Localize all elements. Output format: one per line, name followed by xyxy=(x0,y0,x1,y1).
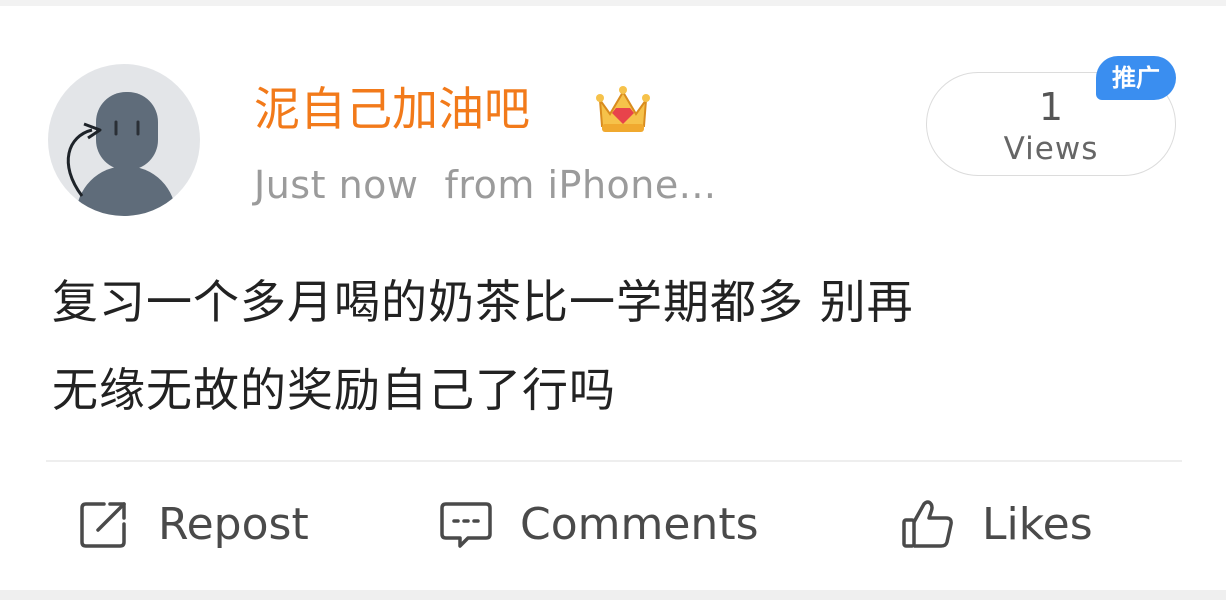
actions-divider xyxy=(46,460,1182,462)
views-label: Views xyxy=(1003,131,1099,167)
post-content-line: 无缘无故的奖励自己了行吗 xyxy=(52,363,616,417)
post-content-line: 复习一个多月喝的奶茶比一学期都多 别再 xyxy=(52,275,914,329)
repost-icon xyxy=(80,502,126,548)
username[interactable]: 泥自己加油吧 xyxy=(254,80,530,138)
post-meta: Just now from iPhone... xyxy=(254,162,717,208)
comments-label: Comments xyxy=(520,498,759,550)
comments-button[interactable]: Comments xyxy=(438,492,759,556)
likes-button[interactable]: Likes xyxy=(900,492,1093,556)
post-time: Just now xyxy=(254,163,419,207)
likes-label: Likes xyxy=(982,498,1093,550)
promo-badge: 推广 xyxy=(1096,56,1176,100)
top-divider xyxy=(0,0,1226,6)
crown-icon xyxy=(594,80,652,136)
repost-label: Repost xyxy=(158,498,309,550)
post-content: 复习一个多月喝的奶茶比一学期都多 别再 无缘无故的奖励自己了行吗 xyxy=(52,258,1172,434)
post-source: from iPhone... xyxy=(444,163,717,207)
bottom-divider xyxy=(0,590,1226,600)
repost-button[interactable]: Repost xyxy=(76,492,309,556)
thumbs-up-icon xyxy=(902,500,953,548)
avatar[interactable] xyxy=(48,64,200,216)
comment-icon xyxy=(440,502,492,548)
